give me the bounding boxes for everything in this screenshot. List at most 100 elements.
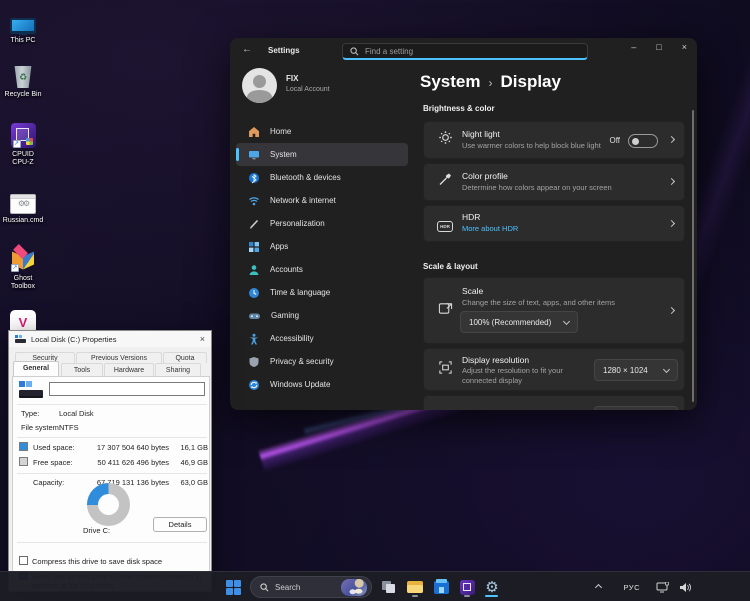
hdr-learn-more-link[interactable]: More about HDR — [462, 224, 518, 233]
brush-icon — [248, 218, 260, 230]
settings-search-input[interactable]: Find a setting — [342, 43, 588, 60]
hdr-icon: HDR — [436, 215, 454, 233]
desktop-screen: This PC ♻ Recycle Bin ↗ CPUID CPU-Z ⚙⚙ R… — [0, 0, 750, 601]
free-space-legend-swatch — [19, 457, 28, 466]
dialog-close-button[interactable]: × — [200, 334, 205, 344]
search-icon — [350, 47, 359, 56]
scale-card[interactable]: Scale Change the size of text, apps, and… — [423, 277, 685, 344]
back-button[interactable]: ← — [242, 44, 252, 55]
language-indicator[interactable]: РУС — [623, 583, 640, 592]
shield-icon — [248, 356, 260, 368]
desktop-icon-label: CPUID CPU-Z — [6, 151, 40, 167]
volume-label-input[interactable] — [49, 382, 205, 396]
desktop-icon-label: Ghost Toolbox — [5, 275, 41, 291]
card-title: Scale — [462, 286, 483, 296]
sidebar-item-windows-update[interactable]: Windows Update — [236, 373, 408, 396]
tab-previous-versions[interactable]: Previous Versions — [76, 352, 162, 363]
color-profile-card[interactable]: Color profile Determine how colors appea… — [423, 163, 685, 201]
general-tab-page: Type: Local Disk File system: NTFS Used … — [12, 376, 210, 590]
this-pc-icon — [0, 6, 46, 34]
sidebar-item-privacy[interactable]: Privacy & security — [236, 350, 408, 373]
chevron-right-icon — [668, 136, 675, 143]
sidebar-item-label: Privacy & security — [270, 357, 334, 366]
cpuz-icon — [460, 580, 475, 595]
gear-icon: ⚙ — [485, 580, 498, 595]
disk-usage-pie-chart — [87, 483, 130, 526]
settings-taskbar-button[interactable]: ⚙ — [481, 576, 503, 598]
tab-sharing[interactable]: Sharing — [155, 363, 201, 376]
breadcrumb-separator-icon: › — [488, 76, 492, 90]
tab-hardware[interactable]: Hardware — [104, 363, 154, 376]
chevron-down-icon — [563, 317, 570, 324]
capacity-label: Capacity: — [33, 478, 64, 487]
volume-icon[interactable] — [679, 582, 692, 593]
tab-quota[interactable]: Quota — [163, 352, 207, 363]
close-button[interactable]: × — [682, 42, 687, 52]
taskbar-search-box[interactable]: Search — [250, 576, 372, 598]
resolution-dropdown[interactable]: 1280 × 1024 — [594, 359, 678, 381]
scale-dropdown[interactable]: 100% (Recommended) — [460, 311, 578, 333]
sidebar-item-accessibility[interactable]: Accessibility — [236, 327, 408, 350]
recycle-bin-icon: ♻ — [0, 60, 46, 88]
display-resolution-card[interactable]: Display resolution Adjust the resolution… — [423, 348, 685, 391]
sidebar-item-label: Network & internet — [270, 196, 336, 205]
tab-general[interactable]: General — [13, 361, 59, 376]
desktop-icon-this-pc[interactable]: This PC — [0, 6, 46, 45]
folder-icon — [407, 581, 423, 593]
window-title: Settings — [268, 46, 300, 55]
partial-card[interactable] — [423, 395, 685, 410]
sidebar-item-gaming[interactable]: Gaming — [236, 304, 408, 327]
desktop-icon-recycle-bin[interactable]: ♻ Recycle Bin — [0, 60, 46, 99]
sidebar-item-apps[interactable]: Apps — [236, 235, 408, 258]
drive-icon-large — [19, 381, 45, 399]
desktop-icon-ghost-toolbox[interactable]: ↗ Ghost Toolbox — [0, 244, 46, 291]
sidebar-item-label: System — [270, 150, 297, 159]
compress-checkbox-label[interactable]: Compress this drive to save disk space — [32, 557, 208, 566]
file-explorer-button[interactable] — [404, 576, 426, 598]
settings-nav: Home System Bluetooth & devices Network … — [236, 120, 408, 396]
desktop-icon-russian-cmd[interactable]: ⚙⚙ Russian.cmd — [0, 186, 46, 225]
system-tray: РУС — [596, 572, 692, 601]
sidebar-item-time-language[interactable]: Time & language — [236, 281, 408, 304]
desktop-icon-cpuz[interactable]: ↗ CPUID CPU-Z — [0, 120, 46, 167]
sidebar-item-home[interactable]: Home — [236, 120, 408, 143]
card-subtitle: Determine how colors appear on your scre… — [462, 183, 612, 192]
partial-dropdown[interactable] — [594, 406, 678, 410]
night-light-card[interactable]: Night light Use warmer colors to help bl… — [423, 121, 685, 159]
microsoft-store-button[interactable] — [430, 576, 452, 598]
avatar[interactable] — [242, 68, 277, 103]
section-header-scale: Scale & layout — [423, 262, 478, 271]
maximize-button[interactable]: □ — [656, 42, 661, 52]
sidebar-item-bluetooth[interactable]: Bluetooth & devices — [236, 166, 408, 189]
hdr-card[interactable]: HDR HDR More about HDR — [423, 205, 685, 242]
details-button[interactable]: Details — [153, 517, 207, 532]
sidebar-item-label: Gaming — [271, 311, 299, 320]
dropdown-value: 100% (Recommended) — [469, 318, 551, 327]
compress-checkbox[interactable] — [19, 556, 28, 565]
card-subtitle: Adjust the resolution to fit your connec… — [462, 366, 592, 386]
sidebar-item-network[interactable]: Network & internet — [236, 189, 408, 212]
sidebar-item-label: Accessibility — [270, 334, 314, 343]
sidebar-item-accounts[interactable]: Accounts — [236, 258, 408, 281]
network-icon[interactable] — [656, 582, 669, 593]
cpuz-taskbar-button[interactable] — [456, 576, 478, 598]
minimize-button[interactable]: – — [631, 42, 636, 52]
taskbar: Search ⚙ РУС — [0, 571, 750, 601]
hidden-icons-chevron[interactable] — [595, 583, 602, 590]
scrollbar[interactable] — [692, 110, 694, 402]
chevron-right-icon — [668, 306, 675, 313]
start-button[interactable] — [222, 576, 244, 598]
shortcut-arrow-icon: ↗ — [11, 264, 19, 272]
sidebar-item-system[interactable]: System — [236, 143, 408, 166]
card-subtitle: Change the size of text, apps, and other… — [462, 298, 615, 307]
type-value: Local Disk — [59, 409, 94, 418]
active-running-indicator — [485, 595, 498, 597]
sidebar-item-personalization[interactable]: Personalization — [236, 212, 408, 235]
dialog-title: Local Disk (C:) Properties — [31, 335, 195, 344]
tab-tools[interactable]: Tools — [61, 363, 103, 376]
chevron-right-icon — [668, 178, 675, 185]
breadcrumb-parent[interactable]: System — [420, 72, 480, 92]
night-light-toggle[interactable] — [628, 134, 658, 148]
drive-icon — [15, 335, 26, 343]
task-view-button[interactable] — [378, 576, 400, 598]
